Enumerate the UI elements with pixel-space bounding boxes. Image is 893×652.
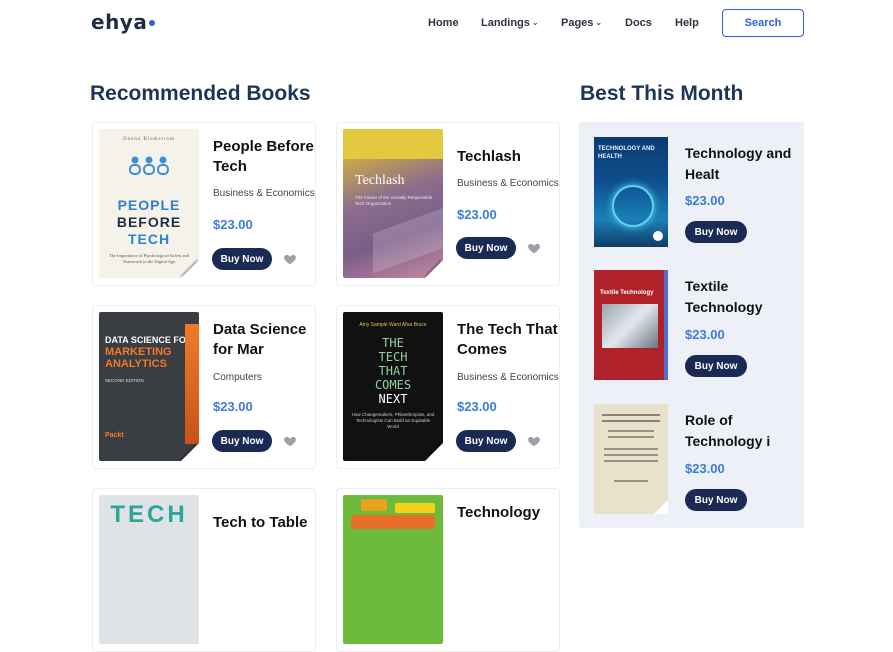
top-navbar: ehya Home Landings ⌄ Pages ⌄ Docs Help Sea… bbox=[0, 0, 893, 48]
book-price: $23.00 bbox=[457, 207, 497, 222]
nav-landings[interactable]: Landings ⌄ bbox=[481, 17, 539, 29]
book-title[interactable]: Data Science for Mar bbox=[213, 320, 317, 360]
book-cover[interactable] bbox=[594, 404, 668, 514]
heart-icon[interactable] bbox=[527, 241, 541, 255]
book-card[interactable]: Techlash The Future of the Socially Resp… bbox=[336, 122, 560, 286]
book-cover[interactable]: Amy Sample Ward Afua Bruce THE TECH THAT… bbox=[343, 312, 443, 461]
cover-publisher: Packt bbox=[105, 432, 124, 439]
nav-help[interactable]: Help bbox=[675, 17, 699, 29]
best-month-title: Best This Month bbox=[580, 82, 744, 105]
cover-subtitle: The Future of the Socially Responsible T… bbox=[355, 195, 433, 206]
book-cover[interactable]: DATA SCIENCE FOR MARKETING ANALYTICS SEC… bbox=[99, 312, 199, 461]
book-price: $23.00 bbox=[685, 461, 725, 476]
cover-title: THE TECH THAT COMES NEXT bbox=[374, 336, 412, 406]
heart-icon[interactable] bbox=[283, 434, 297, 448]
page-curl bbox=[181, 260, 199, 278]
logo[interactable]: ehya bbox=[91, 10, 156, 34]
cover-title: DATA SCIENCE FOR MARKETING ANALYTICS bbox=[105, 335, 193, 370]
buy-now-button[interactable]: Buy Now bbox=[212, 430, 272, 452]
cover-author: Amy Sample Ward Afua Bruce bbox=[359, 322, 427, 328]
book-card[interactable]: Amy Sample Ward Afua Bruce THE TECH THAT… bbox=[336, 305, 560, 469]
nav-docs[interactable]: Docs bbox=[625, 17, 652, 29]
cover-edition: SECOND EDITION bbox=[105, 378, 144, 383]
book-title[interactable]: Techlash bbox=[457, 147, 561, 167]
book-cover[interactable]: Techlash The Future of the Socially Resp… bbox=[343, 129, 443, 278]
book-card[interactable]: Duena Blomstrom PEOPLE BEFORE TECH The I… bbox=[92, 122, 316, 286]
book-category: Business & Economics bbox=[213, 188, 315, 199]
book-category: Business & Economics bbox=[457, 178, 559, 189]
book-cover[interactable] bbox=[343, 495, 443, 644]
heart-icon[interactable] bbox=[283, 252, 297, 266]
nav-pages[interactable]: Pages ⌄ bbox=[561, 17, 602, 29]
book-card[interactable]: TECH Tech to Table bbox=[92, 488, 316, 652]
cover-title: PEOPLE BEFORE TECH bbox=[116, 197, 182, 247]
book-price: $23.00 bbox=[685, 327, 725, 342]
page-curl bbox=[181, 443, 199, 461]
nav-home[interactable]: Home bbox=[428, 17, 459, 29]
heart-icon[interactable] bbox=[527, 434, 541, 448]
book-title[interactable]: Technology bbox=[457, 503, 561, 523]
book-title[interactable]: Tech to Table bbox=[213, 513, 317, 533]
cover-title: TECH bbox=[110, 501, 188, 528]
buy-now-button[interactable]: Buy Now bbox=[456, 237, 516, 259]
cover-title: Techlash bbox=[355, 173, 405, 188]
buy-now-button[interactable]: Buy Now bbox=[685, 489, 747, 511]
cover-author: Duena Blomstrom bbox=[123, 137, 175, 142]
book-title[interactable]: The Tech That Comes bbox=[457, 320, 561, 360]
book-category: Business & Economics bbox=[457, 372, 559, 383]
logo-dot bbox=[149, 20, 156, 26]
book-title[interactable]: People Before Tech bbox=[213, 137, 317, 177]
book-category: Computers bbox=[213, 372, 262, 383]
book-card[interactable]: DATA SCIENCE FOR MARKETING ANALYTICS SEC… bbox=[92, 305, 316, 469]
cover-subtitle: How Changemakers, Philanthropists, and T… bbox=[351, 412, 435, 429]
best-this-month-panel: TECHNOLOGY AND HEALTH Technology and Heal… bbox=[579, 122, 804, 528]
book-cover[interactable]: Textile Technology bbox=[594, 270, 668, 380]
book-price: $23.00 bbox=[213, 399, 253, 414]
chevron-down-icon: ⌄ bbox=[595, 18, 603, 27]
buy-now-button[interactable]: Buy Now bbox=[212, 248, 272, 270]
book-cover[interactable]: TECH bbox=[99, 495, 199, 644]
cover-title: Textile Technology bbox=[600, 290, 654, 296]
search-button[interactable]: Search bbox=[722, 9, 804, 37]
cover-title: TECHNOLOGY AND HEALTH bbox=[598, 146, 655, 160]
people-icon bbox=[129, 156, 169, 175]
book-price: $23.00 bbox=[457, 399, 497, 414]
buy-now-button[interactable]: Buy Now bbox=[456, 430, 516, 452]
book-price: $23.00 bbox=[213, 217, 253, 232]
page-curl bbox=[425, 260, 443, 278]
buy-now-button[interactable]: Buy Now bbox=[685, 221, 747, 243]
chevron-down-icon: ⌄ bbox=[531, 18, 539, 27]
book-title[interactable]: Textile Technology bbox=[685, 276, 800, 318]
book-price: $23.00 bbox=[685, 193, 725, 208]
book-cover[interactable]: TECHNOLOGY AND HEALTH bbox=[594, 137, 668, 247]
book-card[interactable]: Technology bbox=[336, 488, 560, 652]
book-title[interactable]: Technology and Healt bbox=[685, 143, 800, 185]
book-title[interactable]: Role of Technology i bbox=[685, 410, 800, 452]
cover-subtitle: The Importance of Psychological Safety a… bbox=[108, 253, 190, 264]
recommended-title: Recommended Books bbox=[90, 82, 311, 105]
page-curl bbox=[425, 443, 443, 461]
buy-now-button[interactable]: Buy Now bbox=[685, 355, 747, 377]
book-cover[interactable]: Duena Blomstrom PEOPLE BEFORE TECH The I… bbox=[99, 129, 199, 278]
